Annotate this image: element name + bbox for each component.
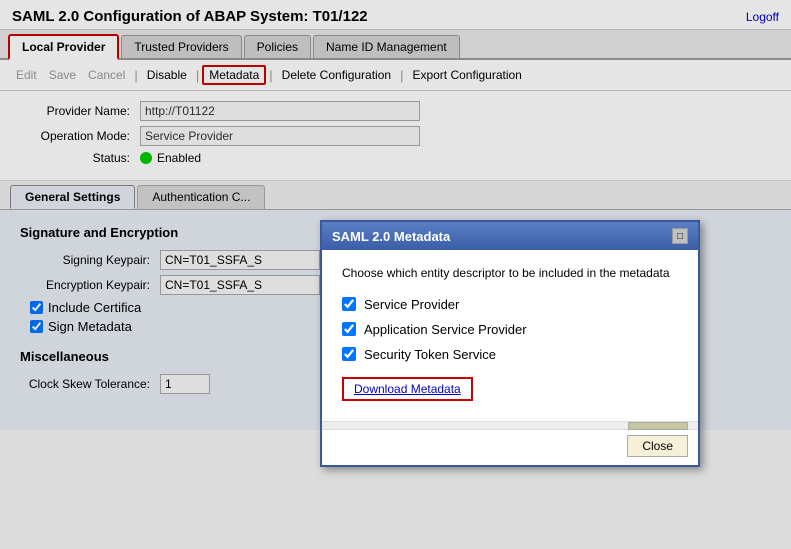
- app-service-provider-checkbox[interactable]: [342, 322, 356, 336]
- modal-description: Choose which entity descriptor to be inc…: [342, 265, 678, 282]
- modal-close-button[interactable]: Close: [627, 435, 688, 457]
- modal-footer: Close: [322, 429, 698, 465]
- modal-scroll-area: [322, 421, 698, 429]
- modal-checkbox-service-provider: Service Provider: [342, 297, 678, 312]
- service-provider-label: Service Provider: [364, 297, 459, 312]
- modal-checkbox-security-token-service: Security Token Service: [342, 347, 678, 362]
- modal-checkbox-app-service-provider: Application Service Provider: [342, 322, 678, 337]
- modal-title: SAML 2.0 Metadata: [332, 229, 450, 244]
- security-token-service-checkbox[interactable]: [342, 347, 356, 361]
- modal-header: SAML 2.0 Metadata □: [322, 222, 698, 250]
- saml-metadata-modal: SAML 2.0 Metadata □ Choose which entity …: [320, 220, 700, 467]
- app-service-provider-label: Application Service Provider: [364, 322, 527, 337]
- modal-header-close-button[interactable]: □: [672, 228, 688, 244]
- service-provider-checkbox[interactable]: [342, 297, 356, 311]
- security-token-service-label: Security Token Service: [364, 347, 496, 362]
- modal-overlay: SAML 2.0 Metadata □ Choose which entity …: [0, 0, 791, 549]
- download-metadata-button[interactable]: Download Metadata: [342, 377, 473, 401]
- main-container: SAML 2.0 Configuration of ABAP System: T…: [0, 0, 791, 549]
- modal-body: Choose which entity descriptor to be inc…: [322, 250, 698, 421]
- modal-scrollbar[interactable]: [628, 422, 688, 430]
